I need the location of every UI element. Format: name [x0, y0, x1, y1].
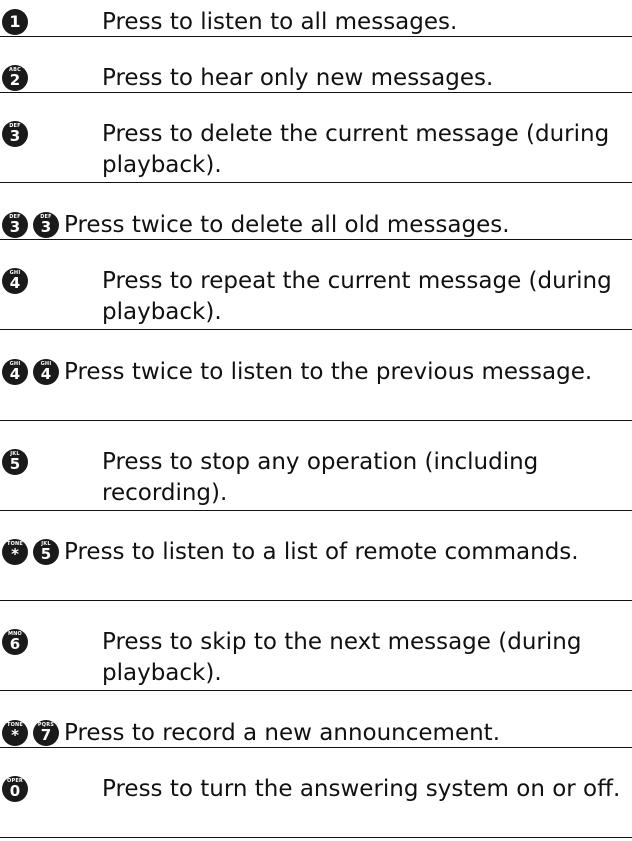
keypad-key-icon: JKL 5 [2, 449, 28, 475]
keypad-key-icon: GHI 4 [2, 359, 28, 385]
keypad-key-icon: 1 [2, 9, 28, 35]
command-description: Press to skip to the next message (durin… [102, 629, 582, 686]
key-group: DEF 3 [2, 121, 33, 147]
key-digit: 1 [9, 12, 21, 31]
command-description: Press to listen to a list of remote comm… [64, 539, 579, 565]
keypad-key-icon: GHI 4 [2, 268, 28, 294]
keypad-key-icon: GHI 4 [33, 359, 59, 385]
command-description: Press to record a new announcement. [64, 720, 501, 746]
key-digit: 7 [40, 726, 52, 744]
keypad-key-icon: PQRS 7 [33, 720, 59, 746]
command-row: TONE * JKL 5 Press to listen to a list of re… [0, 539, 632, 601]
command-row: ABC 2 Press to hear only new messages. [0, 65, 632, 93]
command-row: OPER 0 Press to turn the answering system … [0, 776, 632, 838]
key-digit: 5 [9, 455, 21, 473]
keypad-key-icon: DEF 3 [33, 212, 59, 238]
key-digit: 3 [9, 127, 21, 145]
command-row: TONE * PQRS 7 Press to record a new announce… [0, 720, 632, 748]
key-group: TONE * PQRS 7 [2, 720, 64, 746]
keypad-key-icon: OPER 0 [2, 776, 28, 802]
keypad-key-icon: DEF 3 [2, 212, 28, 238]
command-description: Press to hear only new messages. [102, 65, 494, 91]
key-digit: 0 [9, 782, 21, 800]
key-digit: * [11, 726, 19, 744]
command-description: Press to listen to all messages. [102, 9, 458, 35]
key-digit: 6 [9, 635, 21, 653]
command-row: MNO 6 Press to skip to the next message (d… [0, 629, 632, 691]
key-group: GHI 4 [2, 268, 33, 294]
key-group: OPER 0 [2, 776, 33, 802]
command-description: Press twice to delete all old messages. [64, 212, 510, 238]
command-row: GHI 4 Press to repeat the current message … [0, 268, 632, 330]
command-description: Press to turn the answering system on or… [102, 776, 621, 802]
key-group: MNO 6 [2, 629, 33, 655]
command-description: Press to delete the current message (dur… [102, 121, 610, 178]
keypad-key-icon: JKL 5 [33, 539, 59, 565]
keypad-key-icon: TONE * [2, 539, 28, 565]
keypad-key-icon: TONE * [2, 720, 28, 746]
command-row: DEF 3 DEF 3 Press twice to delete all old me… [0, 212, 632, 240]
key-group: GHI 4 GHI 4 [2, 359, 64, 385]
key-group: DEF 3 DEF 3 [2, 212, 64, 238]
command-row: DEF 3 Press to delete the current message … [0, 121, 632, 183]
command-description: Press to repeat the current message (dur… [102, 268, 612, 325]
command-row: GHI 4 GHI 4 Press twice to listen to the pre… [0, 359, 632, 421]
keypad-key-icon: ABC 2 [2, 65, 28, 91]
key-digit: 4 [9, 274, 21, 292]
key-group: JKL 5 [2, 449, 33, 475]
command-description: Press twice to listen to the previous me… [64, 359, 593, 385]
key-digit: 3 [9, 218, 21, 236]
key-digit: 2 [9, 71, 21, 89]
command-row: 1 Press to listen to all messages. [0, 9, 632, 37]
command-row: JKL 5 Press to stop any operation (includi… [0, 449, 632, 511]
key-digit: * [11, 545, 19, 563]
key-group: 1 [2, 9, 33, 35]
key-group: TONE * JKL 5 [2, 539, 64, 565]
key-digit: 4 [9, 365, 21, 383]
key-digit: 4 [40, 365, 52, 383]
keypad-key-icon: DEF 3 [2, 121, 28, 147]
keypad-key-icon: MNO 6 [2, 629, 28, 655]
key-digit: 5 [40, 545, 52, 563]
key-digit: 3 [40, 218, 52, 236]
command-description: Press to stop any operation (including r… [102, 449, 539, 506]
key-group: ABC 2 [2, 65, 33, 91]
